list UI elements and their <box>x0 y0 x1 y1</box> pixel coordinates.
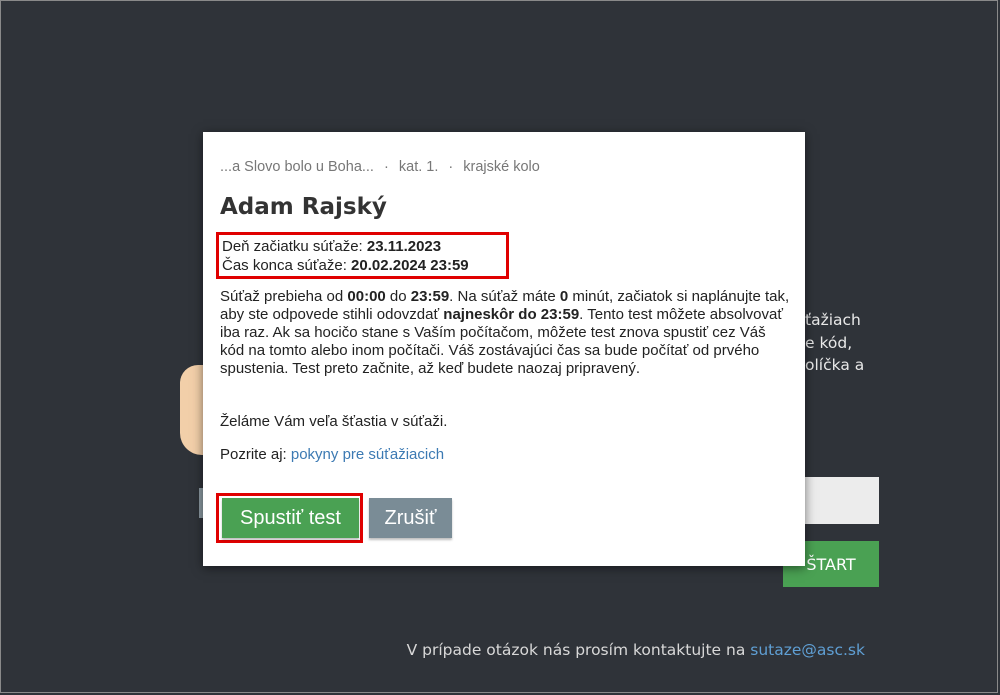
good-luck-text: Želáme Vám veľa šťastia v súťaži. <box>220 413 448 430</box>
background-text-line: e kód, <box>805 334 853 352</box>
end-time-label: Čas konca súťaže: <box>222 257 347 274</box>
end-time-value: 20.02.2024 23:59 <box>351 257 469 274</box>
background-text-line: olíčka a <box>805 356 865 374</box>
end-time: 23:59 <box>410 288 450 305</box>
background-text-line: ťažiach <box>805 311 861 329</box>
instructions-paragraph: Súťaž prebieha od 00:00 do 23:59. Na súť… <box>220 288 792 378</box>
breadcrumb-round: krajské kolo <box>463 159 540 175</box>
deadline-text: najneskôr do 23:59 <box>443 306 580 323</box>
participant-name: Adam Rajský <box>220 194 387 220</box>
start-test-button[interactable]: Spustiť test <box>222 498 359 538</box>
start-time: 00:00 <box>347 288 386 305</box>
breadcrumb-category: kat. 1. <box>398 159 439 175</box>
breadcrumb-competition: ...a Slovo bolo u Boha... <box>220 159 374 175</box>
see-also-label: Pozrite aj: <box>220 446 287 463</box>
instructions-text: . Na súťaž máte <box>449 288 560 305</box>
footer-text: V prípade otázok nás prosím kontaktujte … <box>406 641 746 659</box>
minutes-count: 0 <box>559 288 569 305</box>
instructions-text: do <box>385 288 411 305</box>
footer-contact: V prípade otázok nás prosím kontaktujte … <box>0 641 865 659</box>
instructions-text: Súťaž prebieha od <box>220 288 348 305</box>
footer-email-link[interactable]: sutaze@asc.sk <box>750 641 865 659</box>
competition-dates-highlight: Deň začiatku súťaže: 23.11.2023 Čas konc… <box>216 232 509 279</box>
instructions-link[interactable]: pokyny pre súťažiacich <box>291 446 444 463</box>
end-time-row: Čas konca súťaže: 20.02.2024 23:59 <box>222 256 506 275</box>
start-date-row: Deň začiatku súťaže: 23.11.2023 <box>222 237 506 256</box>
cancel-button[interactable]: Zrušiť <box>369 498 452 538</box>
breadcrumb-separator: · <box>448 159 454 175</box>
start-date-value: 23.11.2023 <box>366 238 442 255</box>
breadcrumb: ...a Slovo bolo u Boha... · kat. 1. · kr… <box>220 159 540 175</box>
start-date-label: Deň začiatku súťaže: <box>222 238 363 255</box>
start-test-dialog: ...a Slovo bolo u Boha... · kat. 1. · kr… <box>203 132 805 566</box>
see-also: Pozrite aj: pokyny pre súťažiacich <box>220 446 444 463</box>
breadcrumb-separator: · <box>384 159 389 175</box>
